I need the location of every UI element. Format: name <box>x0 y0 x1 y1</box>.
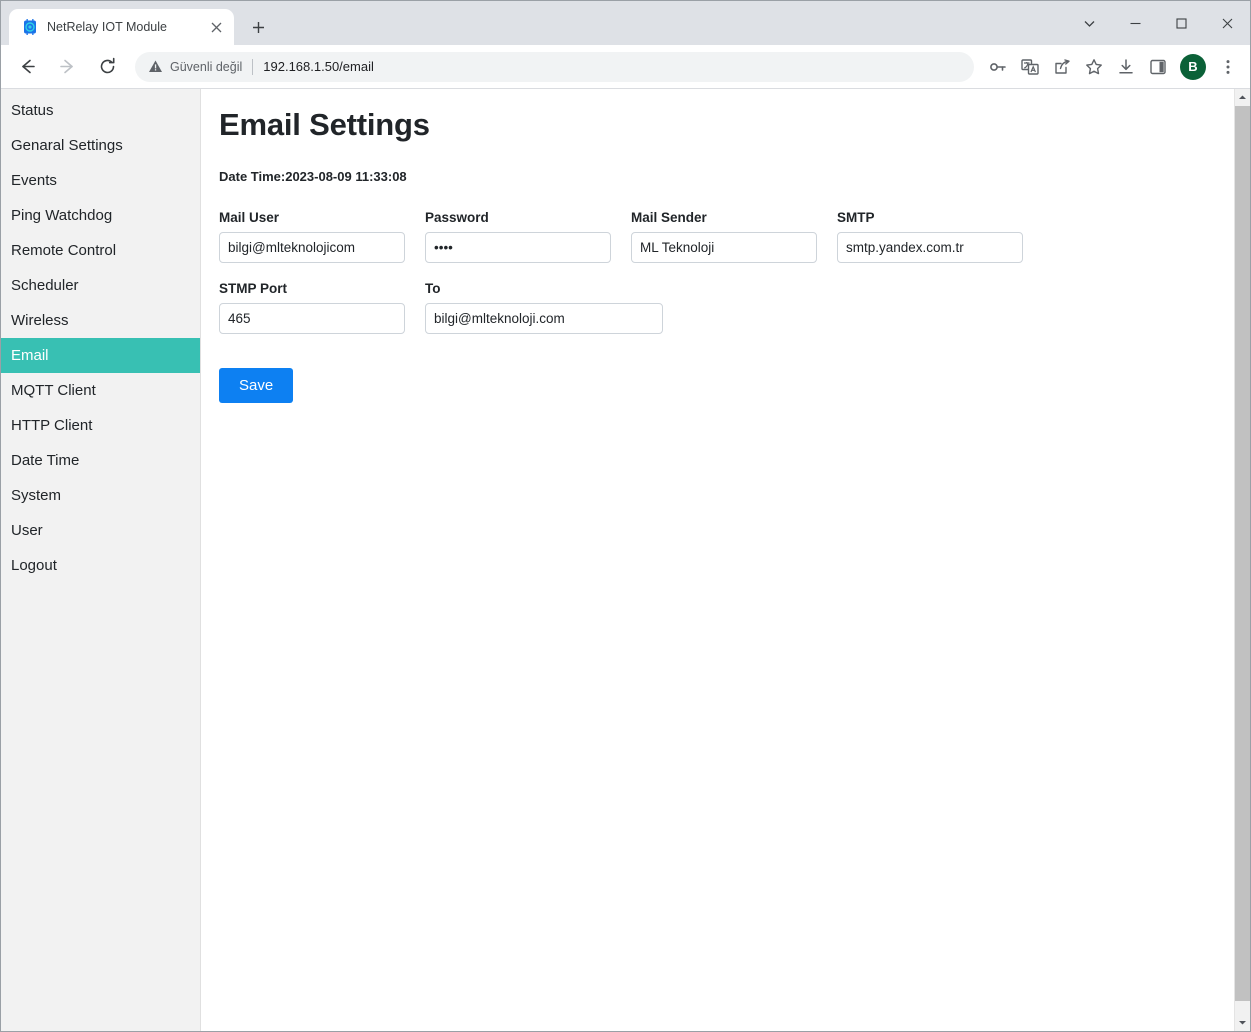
new-tab-button[interactable] <box>244 13 272 41</box>
browser-toolbar: Güvenli değil 192.168.1.50/email <box>1 45 1250 89</box>
page-scrollbar[interactable] <box>1234 89 1250 1031</box>
field-mail-sender: Mail Sender <box>631 210 817 263</box>
sidebar-item-label: Events <box>11 172 57 189</box>
input-password[interactable] <box>425 232 611 263</box>
maximize-window-icon[interactable] <box>1158 1 1204 45</box>
input-stmp-port[interactable] <box>219 303 405 334</box>
sidebar-item-label: Genaral Settings <box>11 137 123 154</box>
main-content: Email Settings Date Time:2023-08-09 11:3… <box>201 89 1234 1031</box>
sidebar-item-label: Status <box>11 102 54 119</box>
sidebar-nav: Status Genaral Settings Events Ping Watchdo… <box>1 89 201 1031</box>
field-to: To <box>425 281 663 334</box>
sidebar-item-label: Remote Control <box>11 242 116 259</box>
sidebar-item-mqtt-client[interactable]: MQTT Client <box>1 373 200 408</box>
close-tab-icon[interactable] <box>206 17 226 37</box>
side-panel-icon[interactable] <box>1143 52 1173 82</box>
sidebar-item-events[interactable]: Events <box>1 163 200 198</box>
page-title: Email Settings <box>219 107 1234 143</box>
bookmark-star-icon[interactable] <box>1079 52 1109 82</box>
browser-menu-icon[interactable] <box>1213 52 1243 82</box>
label-mail-sender: Mail Sender <box>631 210 817 225</box>
field-mail-user: Mail User <box>219 210 405 263</box>
sidebar-item-label: User <box>11 522 43 539</box>
scrollbar-thumb[interactable] <box>1235 106 1250 1001</box>
sidebar-item-remote-control[interactable]: Remote Control <box>1 233 200 268</box>
close-window-icon[interactable] <box>1204 1 1250 45</box>
field-smtp: SMTP <box>837 210 1023 263</box>
tab-title: NetRelay IOT Module <box>47 20 206 34</box>
avatar[interactable]: B <box>1180 54 1206 80</box>
sidebar-item-email[interactable]: Email <box>1 338 200 373</box>
forward-button[interactable] <box>51 51 83 83</box>
sidebar-item-label: Email <box>11 347 49 364</box>
warning-triangle-icon <box>147 59 163 75</box>
label-smtp: SMTP <box>837 210 1023 225</box>
datetime-label: Date Time:2023-08-09 11:33:08 <box>219 169 1234 184</box>
password-key-icon[interactable] <box>983 52 1013 82</box>
window-controls <box>1066 1 1250 45</box>
sidebar-item-genaral-settings[interactable]: Genaral Settings <box>1 128 200 163</box>
browser-window: NetRelay IOT Module <box>0 0 1251 1032</box>
save-button[interactable]: Save <box>219 368 293 403</box>
label-to: To <box>425 281 663 296</box>
page-content-area: Status Genaral Settings Events Ping Watchdo… <box>1 89 1234 1031</box>
sidebar-item-label: Scheduler <box>11 277 79 294</box>
downloads-icon[interactable] <box>1111 52 1141 82</box>
translate-icon[interactable] <box>1015 52 1045 82</box>
sidebar-item-label: System <box>11 487 61 504</box>
sidebar-item-label: HTTP Client <box>11 417 92 434</box>
label-password: Password <box>425 210 611 225</box>
scroll-down-icon[interactable] <box>1235 1014 1250 1031</box>
reload-button[interactable] <box>91 51 123 83</box>
tab-strip: NetRelay IOT Module <box>1 1 1250 45</box>
back-button[interactable] <box>11 51 43 83</box>
sidebar-item-label: Wireless <box>11 312 69 329</box>
tab-search-icon[interactable] <box>1066 1 1112 45</box>
input-smtp[interactable] <box>837 232 1023 263</box>
sidebar-item-status[interactable]: Status <box>1 93 200 128</box>
input-mail-sender[interactable] <box>631 232 817 263</box>
input-mail-user[interactable] <box>219 232 405 263</box>
email-settings-form: Mail User Password Mail Sender SMTP STMP Por… <box>219 210 1049 352</box>
sidebar-item-user[interactable]: User <box>1 513 200 548</box>
sidebar-item-label: MQTT Client <box>11 382 96 399</box>
sidebar-item-label: Date Time <box>11 452 79 469</box>
url-text[interactable]: 192.168.1.50/email <box>263 59 374 74</box>
input-to[interactable] <box>425 303 663 334</box>
sidebar-item-label: Ping Watchdog <box>11 207 112 224</box>
sidebar-item-wireless[interactable]: Wireless <box>1 303 200 338</box>
scrollbar-track[interactable] <box>1235 106 1250 1014</box>
field-stmp-port: STMP Port <box>219 281 405 334</box>
label-mail-user: Mail User <box>219 210 405 225</box>
page-viewport: Status Genaral Settings Events Ping Watchdo… <box>1 89 1250 1031</box>
iot-favicon <box>21 19 38 36</box>
label-stmp-port: STMP Port <box>219 281 405 296</box>
sidebar-item-scheduler[interactable]: Scheduler <box>1 268 200 303</box>
security-status[interactable]: Güvenli değil <box>147 59 242 75</box>
sidebar-item-system[interactable]: System <box>1 478 200 513</box>
address-bar[interactable]: Güvenli değil 192.168.1.50/email <box>135 52 974 82</box>
minimize-window-icon[interactable] <box>1112 1 1158 45</box>
omnibox-divider <box>252 59 253 75</box>
sidebar-item-http-client[interactable]: HTTP Client <box>1 408 200 443</box>
sidebar-item-logout[interactable]: Logout <box>1 548 200 583</box>
sidebar-item-ping-watchdog[interactable]: Ping Watchdog <box>1 198 200 233</box>
share-icon[interactable] <box>1047 52 1077 82</box>
browser-tab[interactable]: NetRelay IOT Module <box>9 9 234 45</box>
security-label: Güvenli değil <box>170 60 242 74</box>
scroll-up-icon[interactable] <box>1235 89 1250 106</box>
sidebar-item-date-time[interactable]: Date Time <box>1 443 200 478</box>
field-password: Password <box>425 210 611 263</box>
sidebar-item-label: Logout <box>11 557 57 574</box>
